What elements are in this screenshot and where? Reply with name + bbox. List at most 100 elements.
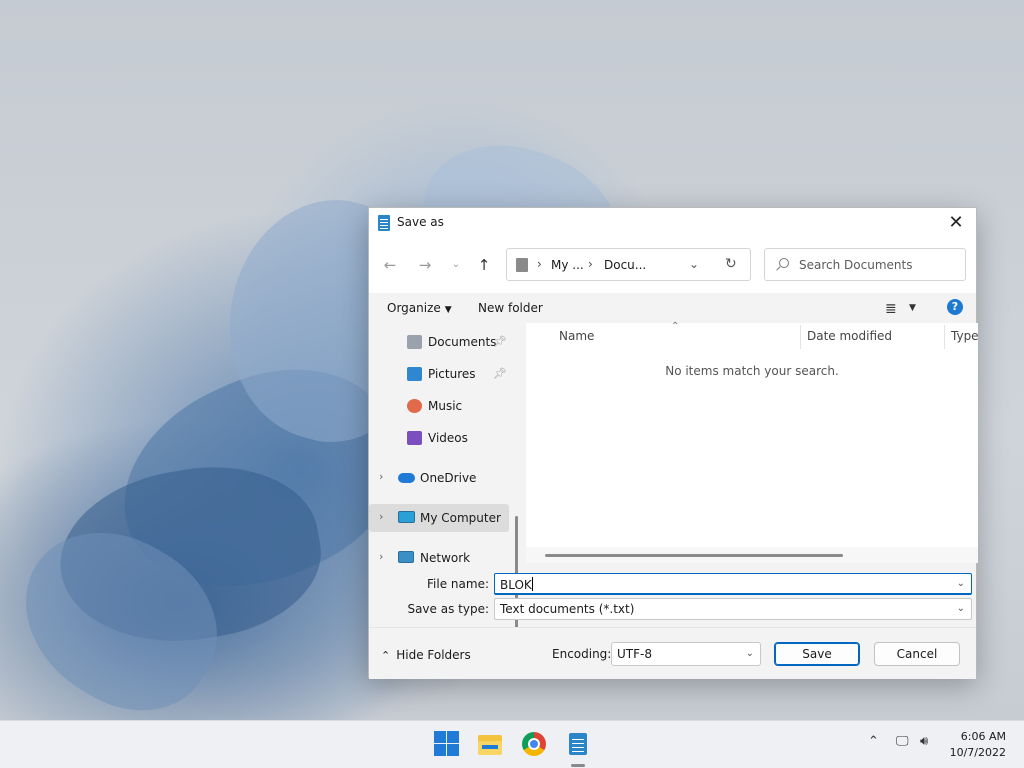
start-icon-tile bbox=[447, 731, 459, 743]
pin-icon[interactable]: 📌︎ bbox=[493, 335, 507, 348]
notepad-body bbox=[569, 733, 587, 755]
nav-item-label: Pictures bbox=[428, 367, 476, 381]
onedrive-icon bbox=[398, 473, 415, 483]
clock-date: 10/7/2022 bbox=[949, 746, 1006, 759]
view-options-icon[interactable]: ≣ bbox=[885, 301, 897, 317]
dialog-title: Save as bbox=[397, 215, 444, 229]
dialog-titlebar: Save as ✕ bbox=[369, 208, 976, 238]
save-type-select[interactable]: Text documents (*.txt) ⌄ bbox=[494, 598, 972, 620]
chevron-up-icon: ⌃ bbox=[381, 649, 391, 662]
taskbar: ⌃ 🖵︎ 🔊︎ 6:06 AM 10/7/2022 bbox=[0, 720, 1024, 768]
column-divider[interactable] bbox=[800, 325, 801, 349]
up-arrow-icon[interactable]: ↑ bbox=[473, 255, 495, 275]
nav-item-pictures[interactable]: Pictures 📌︎ bbox=[369, 360, 509, 388]
music-icon bbox=[407, 399, 422, 413]
column-header-type[interactable]: Type bbox=[951, 329, 979, 343]
nav-item-videos[interactable]: Videos bbox=[369, 424, 509, 452]
caret-down-icon[interactable]: ▼ bbox=[909, 303, 916, 313]
address-bar[interactable]: › My ... › Docu... ⌄ ↻ bbox=[506, 248, 751, 281]
show-hidden-icons-chevron-icon[interactable]: ⌃ bbox=[868, 734, 879, 749]
network-icon bbox=[398, 551, 414, 563]
navigation-pane: Documents 📌︎ Pictures 📌︎ Music Videos › … bbox=[369, 323, 518, 653]
start-icon-tile bbox=[447, 744, 459, 756]
command-bar: Organize ▼ New folder ≣ ▼ ? bbox=[369, 293, 976, 323]
column-header-name[interactable]: Name bbox=[559, 329, 594, 343]
nav-item-network[interactable]: › Network bbox=[369, 544, 509, 572]
sort-ascending-icon: ⌃ bbox=[671, 321, 680, 332]
nav-item-label: My Computer bbox=[420, 511, 501, 525]
breadcrumb-my-computer[interactable]: My ... bbox=[551, 258, 584, 272]
chrome-center bbox=[528, 738, 540, 750]
chevron-down-icon[interactable]: ⌄ bbox=[746, 648, 754, 659]
search-input[interactable] bbox=[799, 257, 959, 273]
nav-item-music[interactable]: Music bbox=[369, 392, 509, 420]
cancel-button[interactable]: Cancel bbox=[874, 642, 960, 666]
refresh-icon[interactable]: ↻ bbox=[725, 256, 737, 272]
help-icon[interactable]: ? bbox=[947, 299, 963, 315]
file-name-input[interactable]: BLOK ⌄ bbox=[494, 573, 972, 595]
file-name-label: File name: bbox=[427, 577, 489, 591]
organize-button[interactable]: Organize ▼ bbox=[387, 301, 452, 315]
documents-icon bbox=[407, 335, 422, 349]
nav-item-onedrive[interactable]: › OneDrive bbox=[369, 464, 509, 492]
close-icon[interactable]: ✕ bbox=[942, 212, 970, 234]
chevron-right-icon[interactable]: › bbox=[379, 550, 383, 563]
nav-item-label: Videos bbox=[428, 431, 468, 445]
column-divider[interactable] bbox=[944, 325, 945, 349]
column-header-date-modified[interactable]: Date modified bbox=[807, 329, 892, 343]
new-folder-button[interactable]: New folder bbox=[478, 301, 543, 315]
encoding-select[interactable]: UTF-8 ⌄ bbox=[611, 642, 761, 666]
horizontal-scrollbar[interactable] bbox=[526, 547, 978, 563]
chevron-down-icon[interactable]: ⌄ bbox=[957, 603, 965, 614]
dialog-footer: ⌃ Hide Folders Encoding: UTF-8 ⌄ Save Can… bbox=[369, 627, 976, 679]
back-arrow-icon[interactable]: ← bbox=[379, 255, 401, 275]
nav-item-my-computer[interactable]: › My Computer bbox=[369, 504, 509, 532]
breadcrumb-documents[interactable]: Docu... bbox=[604, 258, 646, 272]
save-button[interactable]: Save bbox=[774, 642, 860, 666]
search-icon bbox=[779, 258, 789, 268]
forward-arrow-icon[interactable]: → bbox=[414, 255, 436, 275]
hide-folders-button[interactable]: ⌃ Hide Folders bbox=[381, 648, 471, 662]
videos-icon bbox=[407, 431, 422, 445]
notepad-icon[interactable] bbox=[565, 731, 591, 757]
chrome-icon[interactable] bbox=[521, 731, 547, 757]
save-as-dialog: Save as ✕ ← → ⌄ ↑ › My ... › Docu... ⌄ ↻… bbox=[368, 207, 979, 679]
system-clock[interactable]: 6:06 AM 10/7/2022 bbox=[950, 729, 1006, 761]
chevron-down-icon[interactable]: ⌄ bbox=[957, 578, 965, 589]
start-icon[interactable] bbox=[434, 731, 460, 757]
nav-item-label: Documents bbox=[428, 335, 497, 349]
recent-locations-chevron-icon[interactable]: ⌄ bbox=[445, 255, 467, 275]
location-icon bbox=[516, 258, 528, 272]
organize-label: Organize bbox=[387, 301, 441, 315]
folder-stripe bbox=[482, 745, 498, 749]
encoding-label: Encoding: bbox=[552, 647, 612, 661]
encoding-value: UTF-8 bbox=[617, 647, 652, 661]
chevron-right-icon[interactable]: › bbox=[379, 510, 383, 523]
chevron-right-icon[interactable]: › bbox=[379, 470, 383, 483]
file-list: ⌃ Name Date modified Type No items match… bbox=[526, 321, 979, 563]
start-icon-tile bbox=[434, 744, 446, 756]
hide-folders-label: Hide Folders bbox=[396, 648, 471, 662]
nav-item-label: OneDrive bbox=[420, 471, 477, 485]
chevron-right-icon: › bbox=[588, 257, 593, 271]
clock-time: 6:06 AM bbox=[960, 730, 1006, 743]
network-status-icon[interactable]: 🖵︎ bbox=[896, 734, 909, 749]
start-icon-tile bbox=[434, 731, 446, 743]
running-indicator bbox=[571, 764, 585, 767]
volume-icon[interactable]: 🔊︎ bbox=[920, 734, 928, 749]
text-cursor bbox=[531, 577, 533, 591]
file-name-value: BLOK bbox=[500, 577, 533, 592]
save-type-label: Save as type: bbox=[407, 602, 489, 616]
address-dropdown-chevron-icon[interactable]: ⌄ bbox=[689, 257, 699, 271]
scrollbar-thumb[interactable] bbox=[545, 554, 843, 557]
pictures-icon bbox=[407, 367, 422, 381]
pin-icon[interactable]: 📌︎ bbox=[493, 367, 507, 380]
file-name-text: BLOK bbox=[500, 578, 532, 592]
file-name-row: File name: BLOK ⌄ bbox=[369, 573, 978, 595]
nav-item-label: Music bbox=[428, 399, 463, 413]
file-explorer-icon[interactable] bbox=[477, 731, 503, 757]
nav-item-documents[interactable]: Documents 📌︎ bbox=[369, 328, 509, 356]
search-box[interactable] bbox=[764, 248, 966, 281]
navigation-bar: ← → ⌄ ↑ › My ... › Docu... ⌄ ↻ bbox=[369, 238, 976, 293]
notepad-icon bbox=[378, 215, 390, 231]
